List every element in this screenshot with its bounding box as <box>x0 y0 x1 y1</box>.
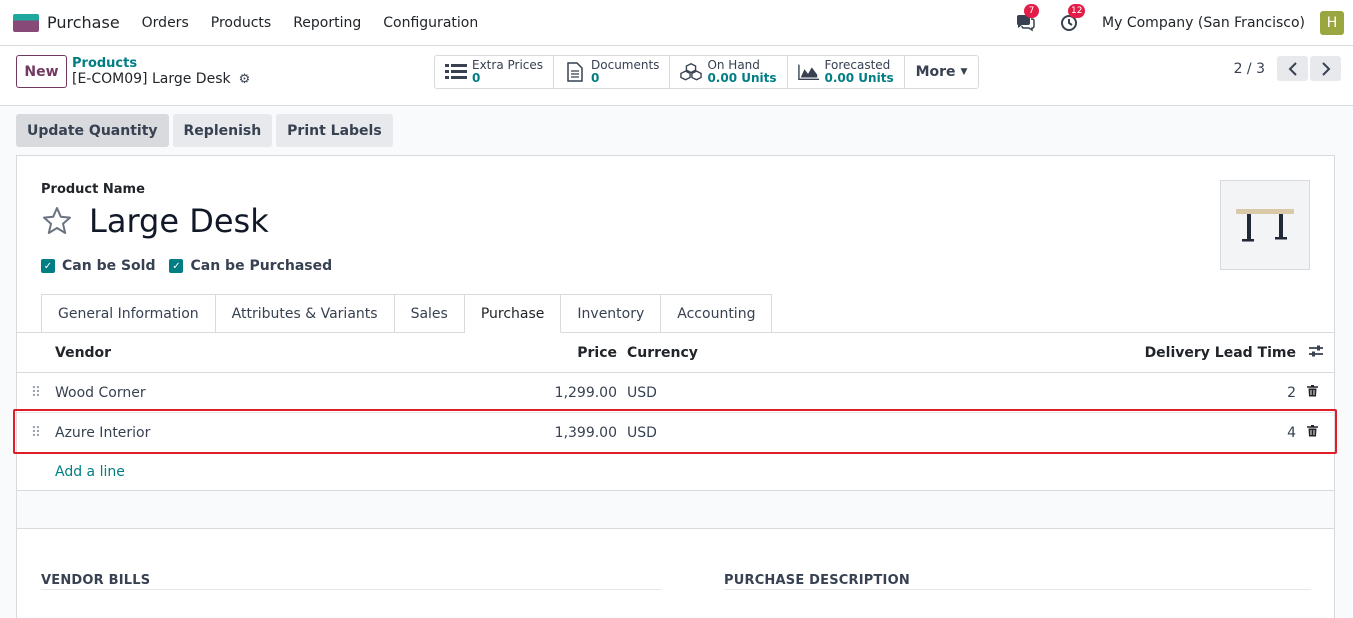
forecasted-value: 0.00 Units <box>824 71 894 85</box>
menu-reporting[interactable]: Reporting <box>293 15 361 31</box>
list-icon <box>445 61 467 83</box>
tab-accounting[interactable]: Accounting <box>661 294 773 333</box>
smart-buttons: Extra Prices 0 Documents 0 On Hand 0.00 … <box>434 55 980 89</box>
header-currency[interactable]: Currency <box>617 345 707 361</box>
header-delivery-lead-time[interactable]: Delivery Lead Time <box>1145 345 1296 361</box>
can-be-sold-label: Can be Sold <box>62 258 156 274</box>
documents-button[interactable]: Documents 0 <box>554 56 671 88</box>
product-flags: ✓ Can be Sold ✓ Can be Purchased <box>41 258 346 274</box>
more-button[interactable]: More ▼ <box>905 56 979 88</box>
pager-value[interactable]: 2 / 3 <box>1234 61 1265 77</box>
product-name-field[interactable]: Large Desk <box>89 202 269 240</box>
lead-time-cell[interactable]: 2 <box>1287 385 1296 401</box>
documents-value: 0 <box>591 71 600 85</box>
app-menu-icon[interactable] <box>13 13 39 32</box>
can-be-sold-checkbox[interactable]: ✓ Can be Sold <box>41 258 155 274</box>
table-row[interactable]: ⠿ Wood Corner 1,299.00 USD 2 <box>17 373 1334 413</box>
purchase-description-title: PURCHASE DESCRIPTION <box>724 573 910 588</box>
form-sheet: Product Name Large Desk ✓ Can be Sold ✓ … <box>13 155 1337 618</box>
area-chart-icon <box>797 61 820 83</box>
checkmark-icon: ✓ <box>169 259 184 273</box>
vendor-cell[interactable]: Azure Interior <box>55 425 527 441</box>
on-hand-button[interactable]: On Hand 0.00 Units <box>670 56 788 88</box>
messages-badge: 7 <box>1024 4 1040 18</box>
currency-cell[interactable]: USD <box>617 425 707 441</box>
documents-label: Documents <box>591 58 660 72</box>
notebook-tabs: General Information Attributes & Variant… <box>41 294 773 333</box>
product-name-label: Product Name <box>41 182 145 197</box>
messages-icon[interactable]: 7 <box>1014 4 1040 34</box>
product-image[interactable] <box>1220 180 1310 270</box>
column-settings-icon[interactable] <box>1308 344 1324 362</box>
trash-icon[interactable] <box>1307 384 1318 401</box>
tab-purchase[interactable]: Purchase <box>464 294 562 333</box>
forecasted-button[interactable]: Forecasted 0.00 Units <box>788 56 905 88</box>
systray: 7 12 My Company (San Francisco) H <box>1014 0 1353 46</box>
chevron-right-icon <box>1321 61 1330 76</box>
checkmark-icon: ✓ <box>41 259 55 273</box>
tab-inventory[interactable]: Inventory <box>561 294 662 333</box>
currency-cell[interactable]: USD <box>617 385 707 401</box>
more-label: More <box>915 64 956 80</box>
price-cell[interactable]: 1,299.00 <box>527 385 617 401</box>
menu-orders[interactable]: Orders <box>142 15 189 31</box>
title-row: Large Desk <box>41 202 269 240</box>
chevron-left-icon <box>1288 61 1297 76</box>
replenish-button[interactable]: Replenish <box>172 114 273 147</box>
add-a-line-link[interactable]: Add a line <box>17 453 1334 491</box>
table-row[interactable]: ⠿ Azure Interior 1,399.00 USD 4 <box>17 413 1334 453</box>
extra-prices-button[interactable]: Extra Prices 0 <box>435 56 555 88</box>
star-icon[interactable] <box>41 205 73 237</box>
top-navbar: Purchase Orders Products Reporting Confi… <box>0 0 1353 46</box>
record-name: [E-COM09] Large Desk <box>72 71 231 87</box>
trash-icon[interactable] <box>1307 424 1318 441</box>
app-name[interactable]: Purchase <box>47 13 120 32</box>
menu-products[interactable]: Products <box>211 15 271 31</box>
header-vendor[interactable]: Vendor <box>55 345 527 361</box>
drag-handle-icon[interactable]: ⠿ <box>17 385 55 401</box>
can-be-purchased-label: Can be Purchased <box>190 258 333 274</box>
breadcrumb-products[interactable]: Products <box>72 56 137 71</box>
control-panel: New Products [E-COM09] Large Desk ⚙ Extr… <box>0 46 1353 106</box>
breadcrumb-current: [E-COM09] Large Desk ⚙ <box>72 71 250 87</box>
section-divider <box>724 589 1311 590</box>
vendor-bills-title: VENDOR BILLS <box>41 573 151 588</box>
header-price[interactable]: Price <box>527 345 617 361</box>
tab-attributes-variants[interactable]: Attributes & Variants <box>215 294 395 333</box>
menu-configuration[interactable]: Configuration <box>383 15 478 31</box>
new-button[interactable]: New <box>16 55 67 88</box>
activities-badge: 12 <box>1068 4 1086 18</box>
user-avatar[interactable]: H <box>1320 11 1344 35</box>
cubes-icon <box>680 61 703 83</box>
drag-handle-icon[interactable]: ⠿ <box>17 425 55 441</box>
pager-next-button[interactable] <box>1310 56 1341 81</box>
action-bar: Update Quantity Replenish Print Labels <box>16 114 397 147</box>
table-header: Vendor Price Currency Delivery Lead Time <box>17 333 1334 373</box>
desk-image <box>1236 209 1294 242</box>
pager: 2 / 3 <box>1234 56 1341 81</box>
gear-icon[interactable]: ⚙ <box>239 72 251 87</box>
tab-sales[interactable]: Sales <box>394 294 465 333</box>
extra-prices-label: Extra Prices <box>472 58 544 72</box>
document-icon <box>564 61 586 83</box>
activities-icon[interactable]: 12 <box>1058 4 1086 34</box>
pager-previous-button[interactable] <box>1277 56 1308 81</box>
main-menu: Orders Products Reporting Configuration <box>142 15 501 31</box>
company-switcher[interactable]: My Company (San Francisco) <box>1102 15 1305 31</box>
section-divider <box>41 589 661 590</box>
lead-time-cell[interactable]: 4 <box>1287 425 1296 441</box>
table-footer <box>17 491 1334 529</box>
tab-general-information[interactable]: General Information <box>41 294 216 333</box>
price-cell[interactable]: 1,399.00 <box>527 425 617 441</box>
on-hand-value: 0.00 Units <box>707 71 777 85</box>
extra-prices-value: 0 <box>472 71 481 85</box>
print-labels-button[interactable]: Print Labels <box>276 114 393 147</box>
vendor-pricelist-table: Vendor Price Currency Delivery Lead Time… <box>17 333 1334 529</box>
can-be-purchased-checkbox[interactable]: ✓ Can be Purchased <box>169 258 332 274</box>
caret-down-icon: ▼ <box>960 67 968 77</box>
vendor-cell[interactable]: Wood Corner <box>55 385 527 401</box>
update-quantity-button[interactable]: Update Quantity <box>16 114 169 147</box>
